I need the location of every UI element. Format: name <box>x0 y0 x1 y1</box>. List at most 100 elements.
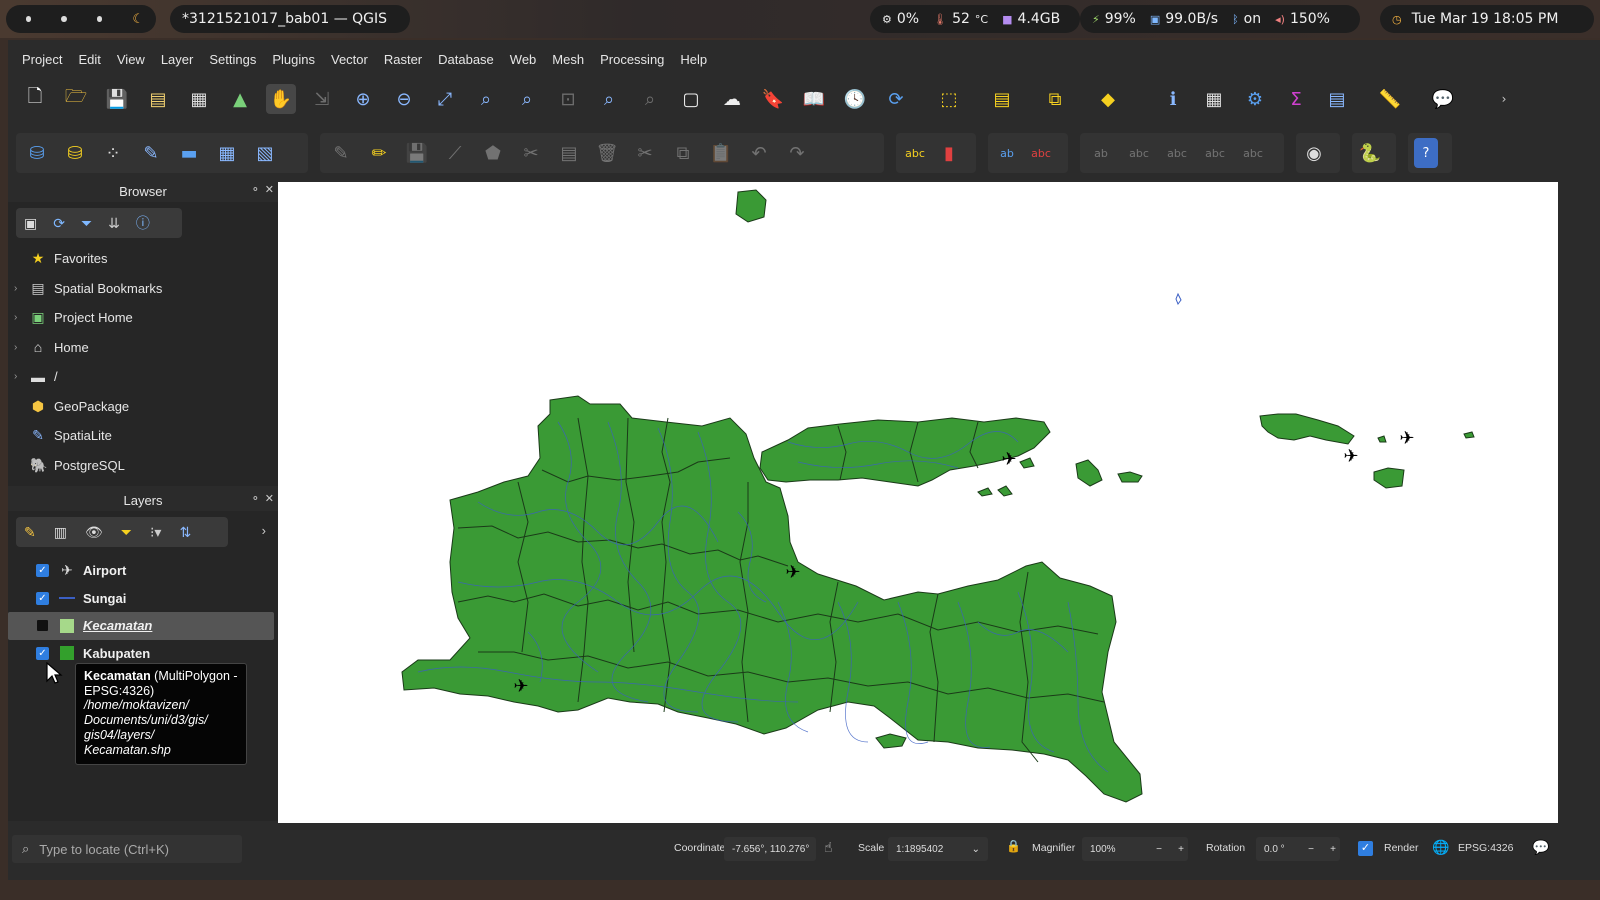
airplane-icon[interactable]: ✈ <box>785 562 800 583</box>
menu-vector[interactable]: Vector <box>323 52 376 67</box>
layer-item-airport[interactable]: ✓ ✈ Airport <box>8 557 278 585</box>
zoom-full-icon[interactable]: ⤢ <box>430 84 460 114</box>
new-spatial-bookmark-icon[interactable]: 🔖 <box>758 84 788 114</box>
properties-icon[interactable]: ⓘ <box>136 213 150 233</box>
show-hide-labels-icon[interactable]: ab <box>1086 138 1116 168</box>
airplane-icon[interactable]: ✈ <box>1343 446 1358 467</box>
browser-item-spatialite[interactable]: ✎ SpatiaLite <box>8 421 278 451</box>
collapse-all-icon[interactable]: ⇊ <box>108 215 120 232</box>
zoom-out-icon[interactable]: ⊖ <box>389 84 419 114</box>
zoom-to-layer-icon[interactable]: ⌕ <box>512 84 542 114</box>
render-checkbox[interactable]: ✓ <box>1358 841 1373 856</box>
add-mesh-layer-icon[interactable]: ▦ <box>212 138 242 168</box>
rotate-label-icon[interactable]: abc <box>1162 138 1192 168</box>
paste-features-icon[interactable]: 📋 <box>706 138 736 168</box>
expand-arrow-icon[interactable]: › <box>14 371 17 382</box>
close-panel-icon[interactable]: ✕ <box>265 492 274 505</box>
workspace-indicator[interactable]: ☾ <box>6 5 156 33</box>
toggle-editing-icon[interactable]: ✏ <box>364 138 394 168</box>
map-canvas[interactable]: ✈ ✈ ✈ ✈ ✈ <box>278 182 1558 823</box>
layer-diagram-icon[interactable]: ▮ <box>936 138 962 168</box>
add-wms-layer-icon[interactable]: ▧ <box>250 138 280 168</box>
rotation-field[interactable]: 0.0 ° − + <box>1256 837 1340 861</box>
layer-visibility-checkbox[interactable]: ✓ <box>36 564 49 578</box>
new-project-icon[interactable]: 🗋 <box>20 84 50 114</box>
menu-database[interactable]: Database <box>430 52 502 67</box>
redo-icon[interactable]: ↷ <box>782 138 812 168</box>
workspace-dot-2[interactable] <box>61 16 67 22</box>
float-panel-icon[interactable]: ⚬ <box>251 183 260 196</box>
style-manager-icon[interactable]: ▲ <box>225 84 255 114</box>
browser-item-home[interactable]: › ⌂ Home <box>8 333 278 363</box>
close-panel-icon[interactable]: ✕ <box>265 183 274 196</box>
python-console-icon[interactable]: 🐍 <box>1358 138 1382 168</box>
move-label-icon[interactable]: abc <box>1124 138 1154 168</box>
zoom-to-selection-icon[interactable]: ⌕ <box>471 84 501 114</box>
pin-unpin-labels-icon[interactable]: abc <box>1028 138 1054 168</box>
messages-icon[interactable]: 💬 <box>1532 839 1549 856</box>
zoom-native-icon[interactable]: ⊡ <box>553 84 583 114</box>
browser-item-spatial-bookmarks[interactable]: › ▤ Spatial Bookmarks <box>8 274 278 304</box>
toggle-extents-icon[interactable]: ☝ <box>824 839 833 856</box>
workspace-dot-3[interactable] <box>96 16 103 22</box>
menu-help[interactable]: Help <box>672 52 715 67</box>
save-project-icon[interactable]: 💾 <box>102 84 132 114</box>
statistical-summary-icon[interactable]: Σ <box>1281 84 1311 114</box>
expand-arrow-icon[interactable]: › <box>14 312 17 323</box>
expand-arrow-icon[interactable]: › <box>14 283 17 294</box>
menu-plugins[interactable]: Plugins <box>264 52 323 67</box>
airplane-icon[interactable]: ✈ <box>1399 428 1414 449</box>
digitize-line-icon[interactable]: ⟋ <box>440 138 470 168</box>
manage-map-themes-icon[interactable]: 👁 <box>85 524 103 541</box>
layer-visibility-checkbox[interactable]: ✓ <box>36 646 49 660</box>
open-project-icon[interactable]: 🗁 <box>61 84 91 114</box>
layer-labeling-icon[interactable]: abc <box>902 138 928 168</box>
browser-item-project-home[interactable]: › ▣ Project Home <box>8 303 278 333</box>
browser-item-favorites[interactable]: ★ Favorites <box>8 244 278 274</box>
cut-features-icon[interactable]: ✂ <box>630 138 660 168</box>
new-3d-map-view-icon[interactable]: ☁ <box>717 84 747 114</box>
copy-features-icon[interactable]: ⧉ <box>668 138 698 168</box>
locator-input[interactable] <box>39 841 230 857</box>
menu-view[interactable]: View <box>109 52 153 67</box>
browser-item-geopackage[interactable]: ⬢ GeoPackage <box>8 392 278 422</box>
zoom-last-icon[interactable]: ⌕ <box>594 84 624 114</box>
refresh-icon[interactable]: ⟳ <box>881 84 911 114</box>
layout-manager-icon[interactable]: ▦ <box>184 84 214 114</box>
vertex-tool-icon[interactable]: ✂ <box>516 138 546 168</box>
label-properties-icon[interactable]: abc <box>1238 138 1268 168</box>
layers-toolbar-overflow-icon[interactable]: › <box>262 523 266 538</box>
open-layer-styling-icon[interactable]: ✎ <box>24 524 36 541</box>
delete-selected-icon[interactable]: 🗑 <box>592 138 622 168</box>
minus-icon[interactable]: − <box>1156 844 1162 855</box>
menu-processing[interactable]: Processing <box>592 52 672 67</box>
add-group-icon[interactable]: ▥ <box>54 524 67 541</box>
add-polygon-icon[interactable]: ⬟ <box>478 138 508 168</box>
new-spatialite-layer-icon[interactable]: ✎ <box>136 138 166 168</box>
new-map-view-icon[interactable]: ▢ <box>676 84 706 114</box>
clock-pill[interactable]: ◷ Tue Mar 19 18:05 PM <box>1380 5 1594 33</box>
menu-settings[interactable]: Settings <box>201 52 264 67</box>
pan-to-selection-icon[interactable]: ⇲ <box>307 84 337 114</box>
data-source-manager-icon[interactable]: ⛁ <box>22 138 52 168</box>
float-panel-icon[interactable]: ⚬ <box>251 492 260 505</box>
moon-icon[interactable]: ☾ <box>132 12 144 27</box>
scale-field[interactable]: 1:1895402 ⌄ <box>888 837 988 861</box>
browser-item-postgresql[interactable]: 🐘 PostgreSQL <box>8 451 278 481</box>
new-print-layout-icon[interactable]: ▤ <box>143 84 173 114</box>
refresh-icon[interactable]: ⟳ <box>53 215 65 232</box>
pan-map-icon[interactable]: ✋ <box>266 84 296 114</box>
layer-visibility-checkbox[interactable]: ✓ <box>36 591 49 605</box>
identify-features-icon[interactable]: ℹ <box>1158 84 1188 114</box>
modify-attributes-icon[interactable]: ▤ <box>554 138 584 168</box>
temporal-controller-icon[interactable]: 🕓 <box>840 84 870 114</box>
airplane-icon[interactable]: ✈ <box>513 676 528 697</box>
expand-arrow-icon[interactable]: › <box>14 342 17 353</box>
chevron-down-icon[interactable]: ⌄ <box>972 844 980 855</box>
crs-label[interactable]: EPSG:4326 <box>1458 842 1513 854</box>
undo-icon[interactable]: ↶ <box>744 138 774 168</box>
crs-globe-icon[interactable]: 🌐 <box>1432 839 1449 856</box>
show-bookmarks-icon[interactable]: 📖 <box>799 84 829 114</box>
new-virtual-layer-icon[interactable]: ▬ <box>174 138 204 168</box>
deselect-all-icon[interactable]: ⧉ <box>1040 84 1070 114</box>
